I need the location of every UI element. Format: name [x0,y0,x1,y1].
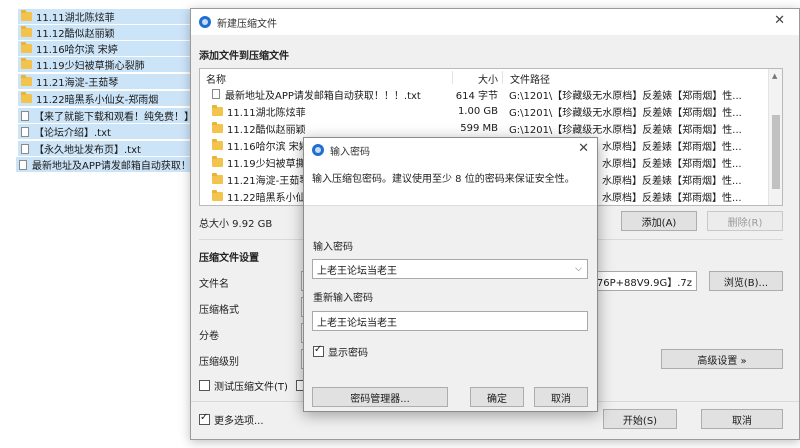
more-options-checkbox[interactable]: 更多选项... [199,412,264,427]
format-label: 压缩格式 [199,305,239,316]
table-row[interactable]: 11.12酷似赵丽颖 599 MB G:\1201\【珍藏级无水原档】反差婊【郑… [200,120,768,136]
advanced-settings-button[interactable]: 高级设置 » [661,349,783,369]
list-item[interactable]: 11.11湖北陈炫菲 [18,9,194,24]
column-divider[interactable] [502,71,503,84]
password-manager-button[interactable]: 密码管理器... [312,387,448,407]
split-label: 分卷 [199,331,219,342]
section-title-settings: 压缩文件设置 [199,253,259,264]
filename-label: 文件名 [199,279,229,290]
test-archive-checkbox[interactable]: 测试压缩文件(T) [199,378,311,393]
list-item[interactable]: 最新地址及APP请发邮箱自动获取！！ [16,157,194,172]
list-item[interactable]: 11.12酷似赵丽颖 [18,25,194,40]
password-dialog: 输入密码 ✕ 输入压缩包密码。建议使用至少 8 位的密码来保证安全性。 输入密码… [303,137,598,412]
password-input[interactable]: 上老王论坛当老王 ⌵ [312,259,588,279]
folder-icon [212,121,223,133]
list-item[interactable]: 【永久地址发布页】.txt [18,141,194,156]
scrollbar-thumb[interactable] [772,115,780,189]
window-title: 新建压缩文件 [217,18,277,30]
table-row[interactable]: 最新地址及APP请发邮箱自动获取！！！.txt 614 字节 G:\1201\【… [200,86,768,102]
file-icon [19,159,27,170]
dialog-description: 输入压缩包密码。建议使用至少 8 位的密码来保证安全性。 [312,174,575,185]
checkbox-box[interactable] [313,344,324,357]
app-icon [199,16,211,28]
folder-icon [21,42,32,53]
file-icon [21,143,29,154]
close-icon[interactable]: ✕ [774,13,785,28]
cancel-button[interactable]: 取消 [534,387,588,407]
section-title-add-files: 添加文件到压缩文件 [199,51,289,62]
checkbox-box[interactable] [199,412,210,425]
folder-icon [21,10,32,21]
column-header-path[interactable]: 文件路径 [510,71,550,86]
list-item[interactable]: 11.16哈尔滨 宋婷 [18,41,194,56]
cancel-button[interactable]: 取消 [701,409,783,429]
list-item[interactable]: 【论坛介绍】.txt [18,124,194,139]
password-label: 输入密码 [313,242,353,253]
delete-button[interactable]: 删除(R) [707,211,783,231]
folder-icon [212,104,223,116]
total-size: 总大小 9.92 GB [199,219,273,230]
reenter-password-label: 重新输入密码 [313,293,373,304]
file-icon [21,110,29,121]
background-file-list: 11.11湖北陈炫菲 11.12酷似赵丽颖 11.16哈尔滨 宋婷 11.19少… [0,0,200,448]
table-row[interactable]: 11.11湖北陈炫菲 1.00 GB G:\1201\【珍藏级无水原档】反差婊【… [200,103,768,119]
dialog-description-area: 输入压缩包密码。建议使用至少 8 位的密码来保证安全性。 [304,162,597,206]
app-icon [312,144,324,156]
list-item[interactable]: 11.22暗黑系小仙女-郑雨烟 [18,91,194,106]
dialog-titlebar: 输入密码 ✕ [304,138,597,162]
reenter-password-input[interactable]: 上老王论坛当老王 [312,311,588,331]
list-item[interactable]: 11.19少妇被草撕心裂肺 [18,57,194,72]
folder-icon [212,172,223,184]
folder-icon [212,138,223,150]
window-titlebar: 新建压缩文件 ✕ [191,9,799,35]
file-icon [212,89,220,99]
vertical-scrollbar[interactable]: ▲ [768,69,782,205]
checkbox-box[interactable] [199,380,210,391]
column-header-size[interactable]: 大小 [478,71,498,86]
dialog-title: 输入密码 [330,146,370,158]
scroll-up-icon[interactable]: ▲ [772,72,777,80]
folder-icon [21,26,32,37]
list-item[interactable]: 【来了就能下载和观看！纯免费！】.txt [18,108,194,123]
folder-icon [212,189,223,201]
chevron-down-icon[interactable]: ⌵ [575,264,582,274]
column-header-name[interactable]: 名称 [206,71,226,86]
file-icon [21,126,29,137]
folder-icon [21,75,32,86]
close-icon[interactable]: ✕ [578,141,589,156]
show-password-checkbox[interactable]: 显示密码 [313,344,368,359]
start-button[interactable]: 开始(S) [603,409,677,429]
list-item[interactable]: 11.21海淀-王茹琴 [18,74,194,89]
level-label: 压缩级别 [199,357,239,368]
ok-button[interactable]: 确定 [470,387,524,407]
add-button[interactable]: 添加(A) [621,211,697,231]
folder-icon [21,58,32,69]
column-divider[interactable] [452,71,453,84]
folder-icon [212,155,223,167]
browse-button[interactable]: 浏览(B)... [709,271,783,291]
folder-icon [21,92,32,103]
